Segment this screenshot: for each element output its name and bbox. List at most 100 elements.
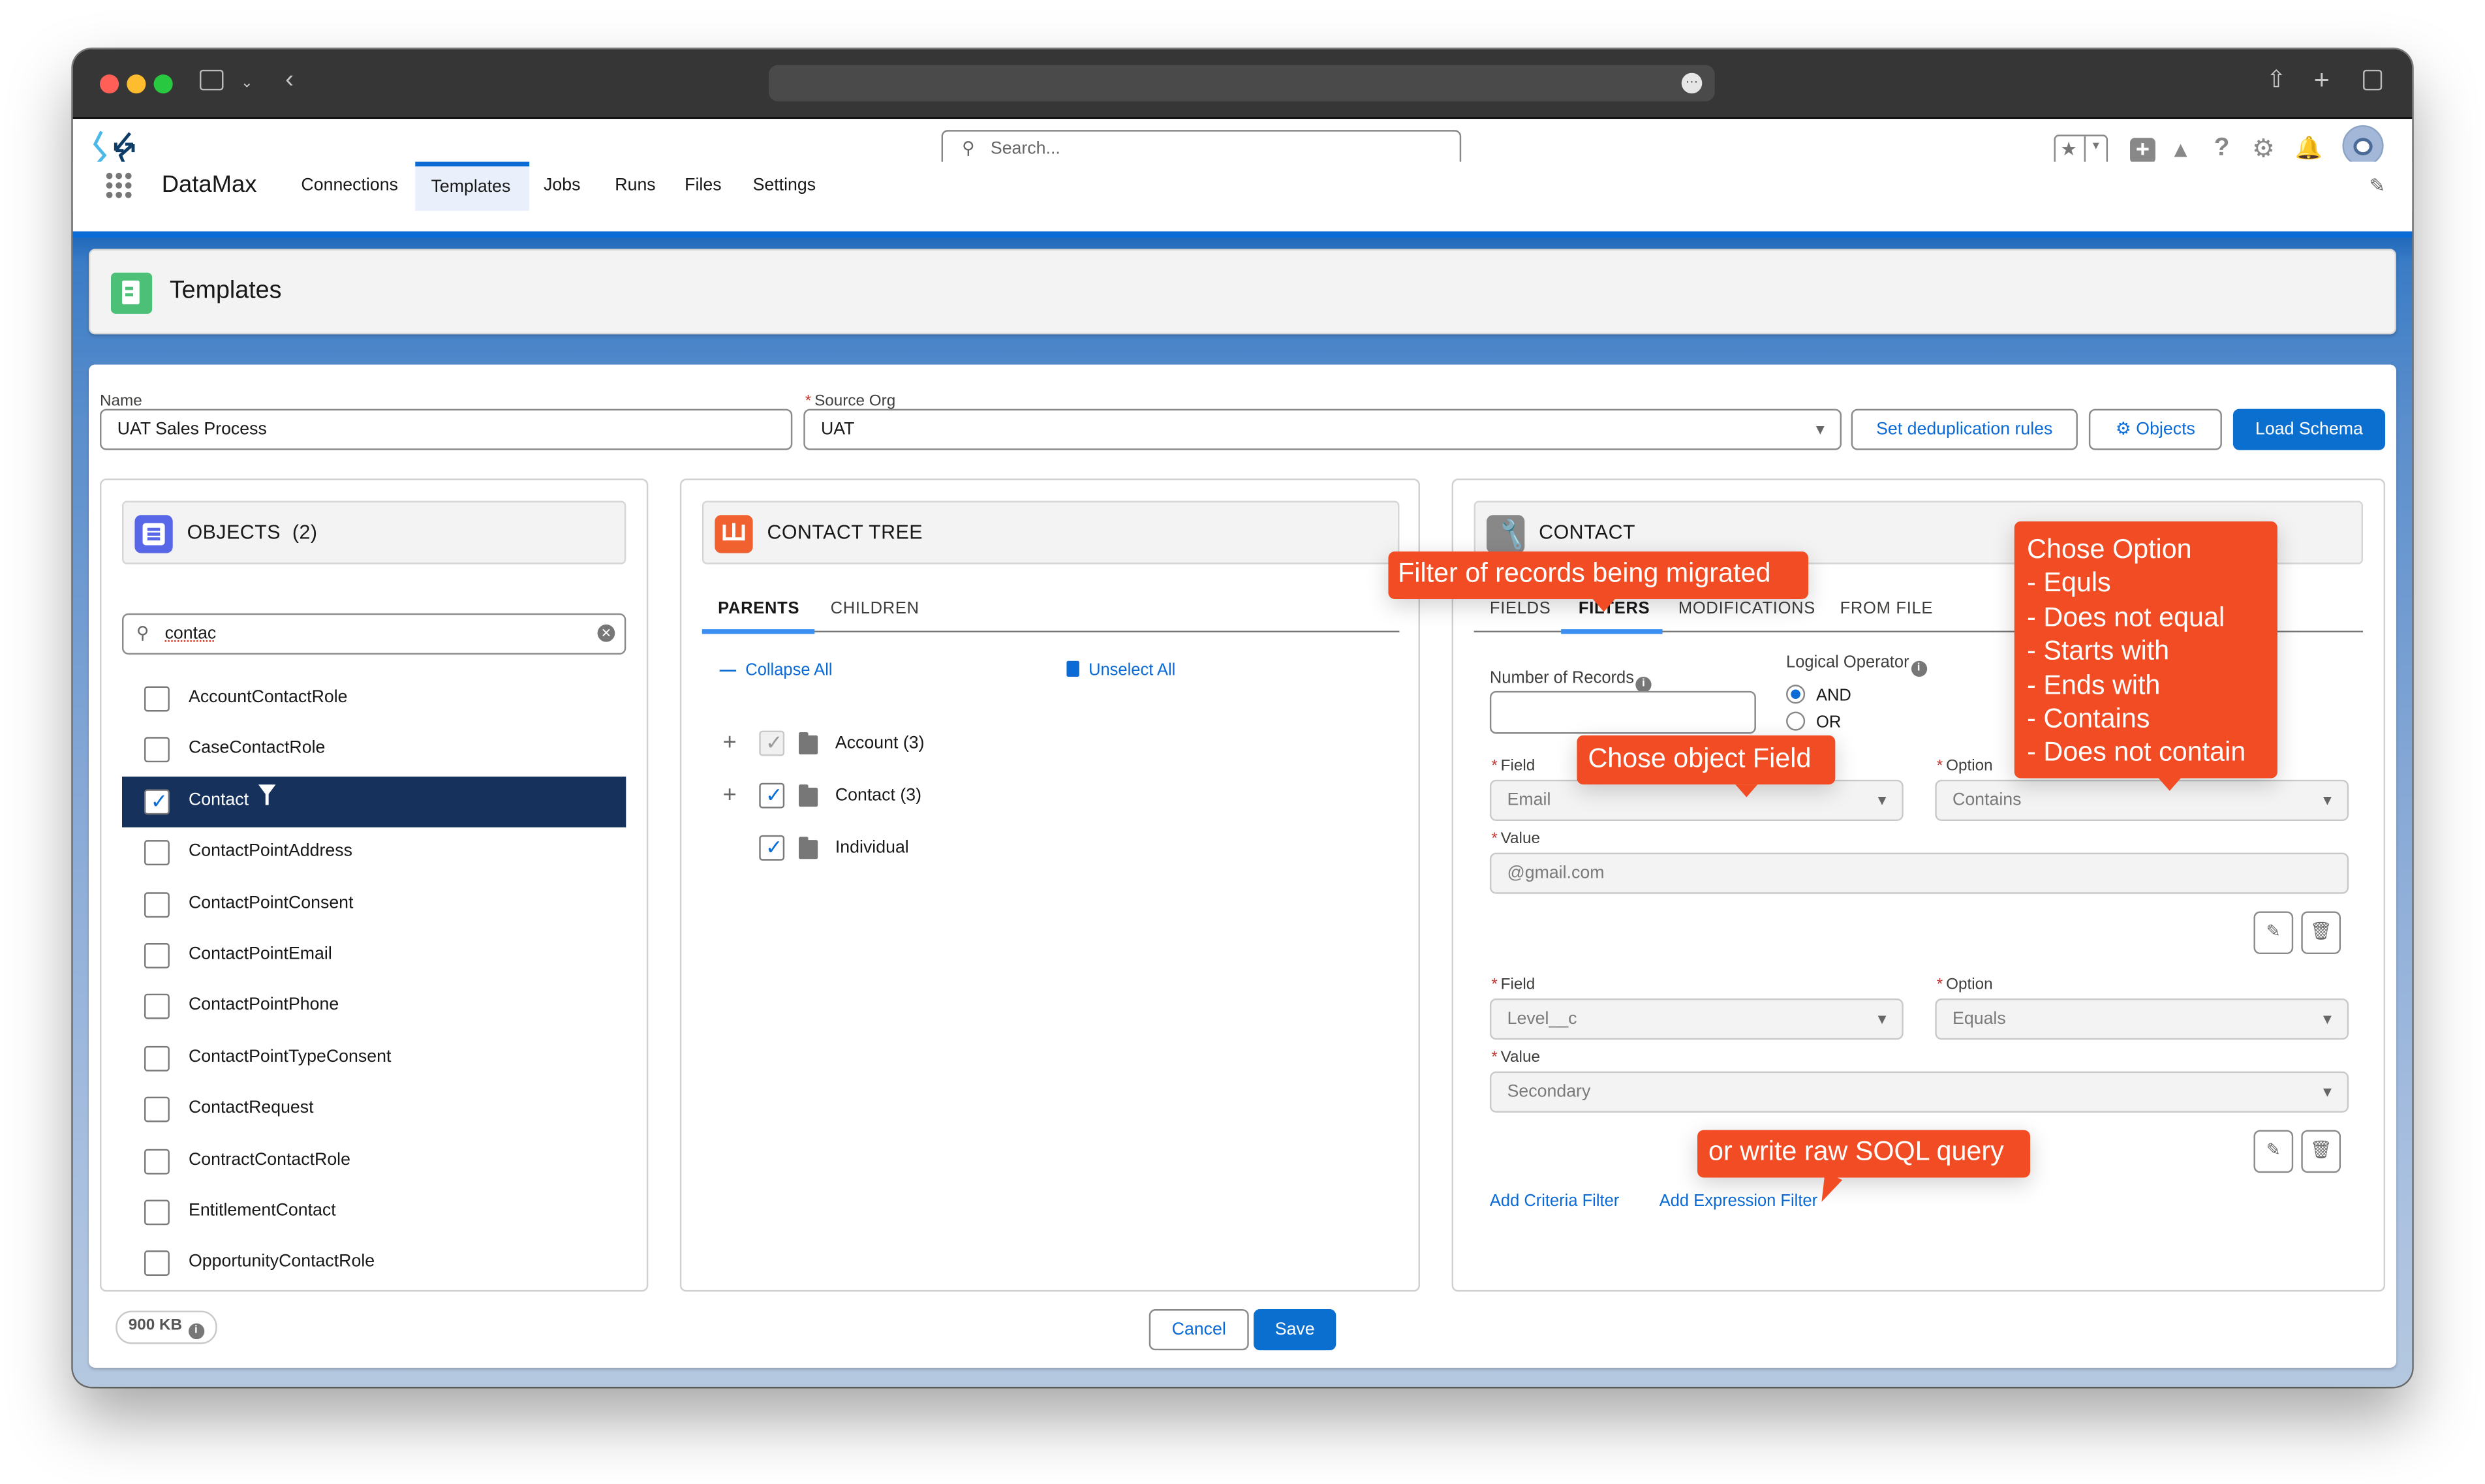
object-checkbox[interactable] <box>144 1045 170 1072</box>
filter-2-field-select[interactable]: Level__c ▼ <box>1489 998 1904 1040</box>
global-actions-plus-icon[interactable]: + <box>2130 138 2155 164</box>
filter-2-delete-button[interactable]: 🗑 <box>2301 1130 2341 1173</box>
object-checkbox[interactable] <box>144 943 170 968</box>
template-editor-card: Name UAT Sales Process * Source Org UAT ▼… <box>89 364 2397 1368</box>
sidebar-icon[interactable] <box>200 69 224 91</box>
object-checkbox[interactable] <box>144 737 170 764</box>
filter-2-option-label: * Option <box>1936 976 1993 994</box>
page-header: Templates <box>89 249 2397 335</box>
object-checkbox[interactable] <box>144 1251 170 1276</box>
tab-modifications[interactable]: MODIFICATIONS <box>1678 599 1815 618</box>
source-org-select[interactable]: UAT ▼ <box>803 409 1842 450</box>
notifications-bell-icon[interactable]: 🔔 <box>2295 134 2323 161</box>
load-schema-button[interactable]: Load Schema <box>2232 409 2386 450</box>
tab-children[interactable]: CHILDREN <box>831 599 919 618</box>
address-bar[interactable]: ··· <box>768 65 1715 102</box>
object-list-item[interactable]: ContactPointTypeConsent <box>122 1033 626 1084</box>
tree-node[interactable]: + ✓ Contact (3) <box>681 778 1379 816</box>
tree-node[interactable]: + ✓ Account (3) <box>681 726 1379 764</box>
tree-node-label: Account (3) <box>835 734 925 753</box>
setup-gear-icon[interactable]: ⚙ <box>2252 133 2275 165</box>
object-checkbox[interactable] <box>144 686 170 712</box>
trailhead-icon[interactable]: ▲ <box>2170 136 2192 162</box>
close-window-button[interactable] <box>100 74 119 94</box>
contact-detail-title: CONTACT <box>1539 521 1636 544</box>
object-checkbox[interactable]: ✓ <box>144 788 170 814</box>
radio-or[interactable]: OR <box>1786 711 1841 732</box>
tree-node-checkbox[interactable]: ✓ <box>759 782 785 809</box>
object-list-item[interactable]: ContractContactRole <box>122 1136 626 1186</box>
user-avatar[interactable] <box>2342 125 2384 167</box>
object-checkbox[interactable] <box>144 1097 170 1122</box>
objects-search-input[interactable]: ⚲ contac ✕ <box>122 613 626 655</box>
object-checkbox[interactable] <box>144 1199 170 1226</box>
filter-funnel-icon <box>258 784 276 810</box>
filter-2-option-select[interactable]: Equals ▼ <box>1935 998 2349 1040</box>
nav-jobs[interactable]: Jobs <box>544 162 580 211</box>
filter-2-value-select[interactable]: Secondary ▼ <box>1489 1071 2349 1113</box>
object-list-item[interactable]: EntitlementContact <box>122 1187 626 1238</box>
object-list-item[interactable]: ContactPointPhone <box>122 982 626 1032</box>
tab-from-file[interactable]: FROM FILE <box>1840 599 1934 618</box>
templates-icon <box>111 272 153 314</box>
add-expression-filter-link[interactable]: Add Expression Filter <box>1659 1192 1817 1211</box>
favorites-dropdown-icon[interactable]: ▼ <box>2090 141 2101 152</box>
objects-button[interactable]: ⚙ Objects <box>2088 409 2222 450</box>
nav-runs[interactable]: Runs <box>615 162 655 211</box>
object-checkbox[interactable] <box>144 891 170 918</box>
radio-and[interactable]: AND <box>1786 685 1851 705</box>
minimize-window-button[interactable] <box>127 74 146 94</box>
tab-fields[interactable]: FIELDS <box>1490 599 1551 618</box>
clear-search-icon[interactable]: ✕ <box>597 624 615 642</box>
filter-1-field-select[interactable]: Email ▼ <box>1489 779 1904 822</box>
tree-node[interactable]: ✓ Individual <box>681 831 1379 869</box>
filter-1-edit-button[interactable]: ✎ <box>2253 911 2294 955</box>
edit-nav-pencil-icon[interactable]: ✎ <box>2369 174 2385 196</box>
unselect-all-link[interactable]: Unselect All <box>1066 660 1175 680</box>
tab-parents[interactable]: PARENTS <box>718 599 799 618</box>
cancel-button[interactable]: Cancel <box>1149 1309 1249 1351</box>
chevron-down-icon[interactable]: ⌄ <box>241 70 253 95</box>
chose-option-item: - Does not equal <box>2027 602 2225 632</box>
object-checkbox[interactable] <box>144 1148 170 1174</box>
object-list-item[interactable]: ContactPointConsent <box>122 879 626 930</box>
object-list-item[interactable]: OpportunityContactRole <box>122 1239 626 1290</box>
object-list-item[interactable]: ✓ Contact <box>122 776 626 827</box>
tree-node-checkbox[interactable]: ✓ <box>759 835 785 861</box>
expand-icon[interactable]: + <box>722 729 736 756</box>
object-list-item[interactable]: ContactPointAddress <box>122 827 626 878</box>
nav-files[interactable]: Files <box>685 162 721 211</box>
more-icon[interactable]: ··· <box>1681 72 1703 94</box>
object-checkbox[interactable] <box>144 994 170 1020</box>
object-list-item[interactable]: ContactPointEmail <box>122 931 626 982</box>
set-deduplication-rules-button[interactable]: Set deduplication rules <box>1851 409 2078 450</box>
collapse-all-link[interactable]: — Collapse All <box>720 661 833 680</box>
filter-1-delete-button[interactable]: 🗑 <box>2301 911 2341 955</box>
object-list-item[interactable]: AccountContactRole <box>122 673 626 724</box>
pencil-icon: ✎ <box>2266 1141 2281 1160</box>
active-tab-indicator <box>1561 629 1663 634</box>
object-checkbox[interactable] <box>144 840 170 866</box>
expand-icon[interactable]: + <box>722 781 736 808</box>
share-icon[interactable]: ⇧ <box>2266 67 2287 93</box>
filter-2-edit-button[interactable]: ✎ <box>2253 1130 2294 1173</box>
object-list-item[interactable]: CaseContactRole <box>122 725 626 776</box>
save-button[interactable]: Save <box>1254 1309 1336 1351</box>
nav-templates[interactable]: Templates <box>415 161 530 211</box>
object-list-item[interactable]: ContactRequest <box>122 1085 626 1136</box>
help-icon[interactable]: ? <box>2214 134 2230 163</box>
app-launcher-icon[interactable] <box>104 171 133 200</box>
filter-1-value-input[interactable]: @gmail.com <box>1489 852 2349 894</box>
nav-connections[interactable]: Connections <box>301 162 398 211</box>
info-icon: i <box>1911 660 1927 677</box>
nav-settings[interactable]: Settings <box>753 162 816 211</box>
zoom-window-button[interactable] <box>153 74 173 94</box>
add-criteria-filter-link[interactable]: Add Criteria Filter <box>1490 1192 1619 1211</box>
back-icon[interactable]: ‹ <box>285 67 294 93</box>
page-title: Templates <box>169 277 282 305</box>
tabs-icon[interactable] <box>2363 69 2383 91</box>
filter-1-option-select[interactable]: Contains ▼ <box>1935 779 2349 822</box>
name-input[interactable]: UAT Sales Process <box>100 409 793 450</box>
number-of-records-input[interactable] <box>1489 690 1756 734</box>
new-tab-icon[interactable]: + <box>2314 67 2330 93</box>
